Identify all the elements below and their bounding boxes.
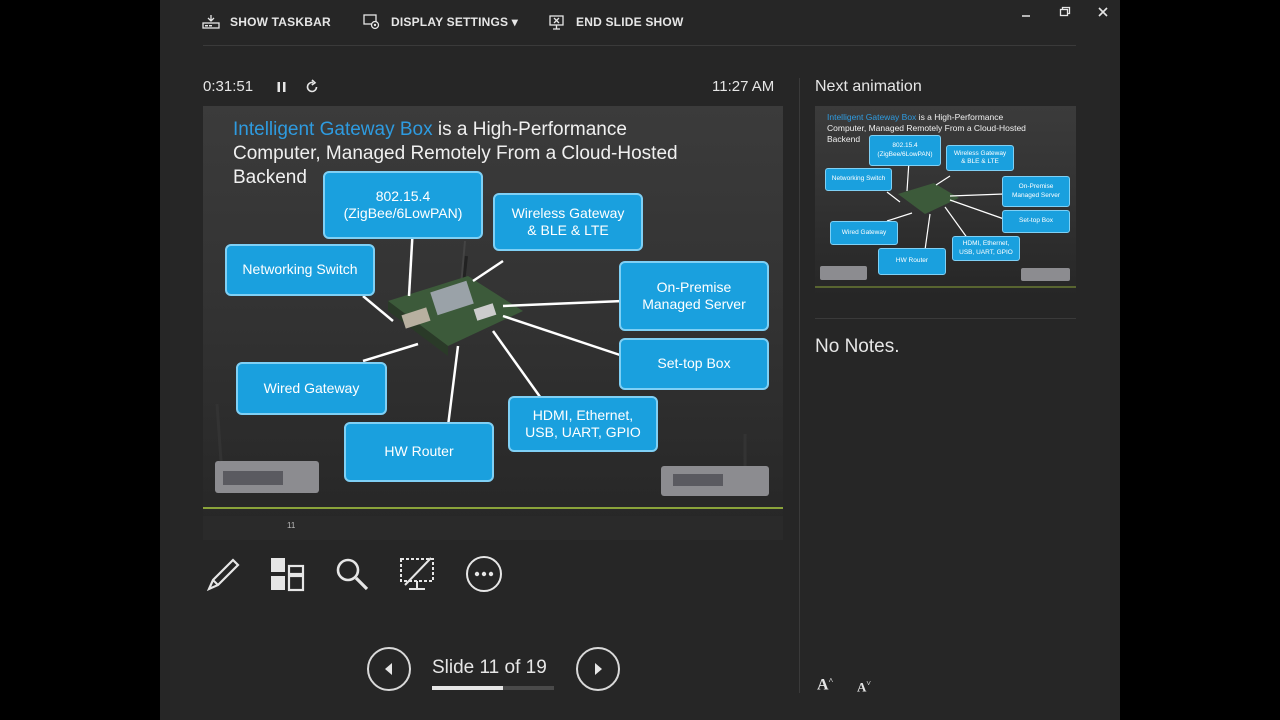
callout-onprem-line1: On-Premise — [656, 278, 732, 295]
preview-wireless-line2: & BLE & LTE — [961, 158, 999, 165]
preview-callout-zigbee: 802.15.4 (ZigBee/6LowPAN) — [869, 135, 941, 166]
current-slide[interactable]: Intelligent Gateway Box is a High-Perfor… — [203, 106, 783, 540]
minimize-icon — [1022, 15, 1030, 17]
zoom-button[interactable] — [330, 552, 374, 596]
black-screen-icon — [400, 557, 434, 590]
callout-wireless-line1: Wireless Gateway — [511, 204, 625, 221]
previous-arrow-icon — [385, 663, 392, 675]
display-settings-label: DISPLAY SETTINGS ▾ — [391, 15, 518, 29]
callout-zigbee: 802.15.4 (ZigBee/6LowPAN) — [323, 171, 483, 239]
preview-zigbee-line2: (ZigBee/6LowPAN) — [877, 150, 933, 158]
next-arrow-icon — [595, 663, 602, 675]
callout-wireless-line2: & BLE & LTE — [527, 222, 609, 238]
end-slide-show-label: END SLIDE SHOW — [576, 15, 684, 29]
increase-font-icon: A — [817, 676, 829, 694]
preview-callout-onprem: On-Premise Managed Server — [1002, 176, 1070, 207]
taskbar-icon — [202, 15, 220, 29]
preview-hdmi-line2: USB, UART, GPIO — [959, 248, 1013, 256]
clock: 11:27 AM — [712, 78, 775, 95]
slide-page-marker: 11 — [287, 521, 296, 530]
next-slide-button[interactable] — [576, 647, 620, 691]
callout-wireless-gateway: Wireless Gateway & BLE & LTE — [493, 193, 643, 251]
show-taskbar-label: SHOW TASKBAR — [230, 15, 331, 29]
pen-icon — [206, 558, 240, 592]
callout-hdmi-line1: HDMI, Ethernet, — [532, 406, 634, 423]
preview-zigbee-line1: 802.15.4 — [892, 142, 918, 150]
end-slideshow-icon — [549, 15, 564, 30]
decrease-font-icon: A — [857, 679, 867, 695]
more-options-icon — [466, 556, 502, 592]
callout-set-top-box: Set-top Box — [619, 338, 769, 390]
end-slide-show-button[interactable]: END SLIDE SHOW — [548, 14, 683, 30]
next-slide-preview[interactable]: Intelligent Gateway Box is a High-Perfor… — [815, 106, 1076, 298]
show-taskbar-button[interactable]: SHOW TASKBAR — [202, 14, 331, 30]
grid-slides-icon — [271, 558, 305, 592]
restart-timer-button[interactable] — [304, 79, 320, 95]
callout-hdmi-ethernet: HDMI, Ethernet, USB, UART, GPIO — [508, 396, 658, 452]
decrease-font-button[interactable]: A˅ — [857, 679, 871, 695]
callout-zigbee-line2: (ZigBee/6LowPAN) — [343, 205, 463, 221]
preview-callout-settop: Set-top Box — [1002, 210, 1070, 233]
display-settings-icon — [363, 14, 380, 30]
minimize-button[interactable] — [1014, 2, 1038, 22]
preview-wireless-line1: Wireless Gateway — [953, 149, 1007, 157]
preview-onprem-line2: Managed Server — [1011, 191, 1061, 199]
black-screen-button[interactable] — [395, 552, 439, 596]
toolbar-divider — [203, 45, 1076, 46]
see-all-slides-button[interactable] — [265, 552, 309, 596]
presenter-view-window: SHOW TASKBAR DISPLAY SETTINGS ▾ END SLID… — [160, 0, 1120, 720]
magnifier-icon — [336, 558, 369, 591]
preview-hdmi-line1: HDMI, Ethernet, — [962, 240, 1010, 248]
elapsed-timer: 0:31:51 — [203, 78, 254, 95]
more-options-button[interactable] — [462, 552, 506, 596]
restore-icon — [1059, 6, 1071, 17]
callout-onprem-line2: Managed Server — [642, 296, 746, 312]
slide-footer: 11 — [203, 516, 783, 540]
preview-onprem-line1: On-Premise — [1018, 183, 1054, 191]
callout-zigbee-line1: 802.15.4 — [375, 187, 431, 204]
callout-on-premise-server: On-Premise Managed Server — [619, 261, 769, 331]
slide-counter: Slide 11 of 19 — [432, 657, 547, 678]
callout-hw-router: HW Router — [344, 422, 494, 482]
restore-button[interactable] — [1053, 2, 1077, 22]
restart-icon — [306, 79, 318, 93]
close-button[interactable] — [1091, 2, 1115, 22]
notes-text[interactable]: No Notes. — [815, 336, 899, 358]
close-icon — [1098, 7, 1108, 17]
preview-callout-wired: Wired Gateway — [830, 221, 898, 245]
preview-callout-hdmi: HDMI, Ethernet, USB, UART, GPIO — [952, 236, 1020, 261]
pen-tool-button[interactable] — [201, 552, 245, 596]
callout-hdmi-line2: USB, UART, GPIO — [525, 424, 641, 440]
preview-callout-router: HW Router — [878, 248, 946, 275]
pane-divider[interactable] — [799, 78, 800, 693]
display-settings-button[interactable]: DISPLAY SETTINGS ▾ — [363, 14, 518, 30]
next-animation-heading: Next animation — [815, 78, 922, 95]
callout-wired-gateway: Wired Gateway — [236, 362, 387, 415]
pause-timer-button[interactable] — [274, 79, 290, 95]
pause-icon — [277, 82, 286, 92]
slide-progress-bar — [432, 686, 554, 690]
preview-callout-wireless: Wireless Gateway & BLE & LTE — [946, 145, 1014, 171]
notes-divider — [815, 318, 1076, 319]
callout-networking-switch: Networking Switch — [225, 244, 375, 296]
preview-callout-networking: Networking Switch — [825, 168, 892, 191]
slide-progress-fill — [432, 686, 503, 690]
increase-font-button[interactable]: A˄ — [817, 676, 833, 694]
previous-slide-button[interactable] — [367, 647, 411, 691]
